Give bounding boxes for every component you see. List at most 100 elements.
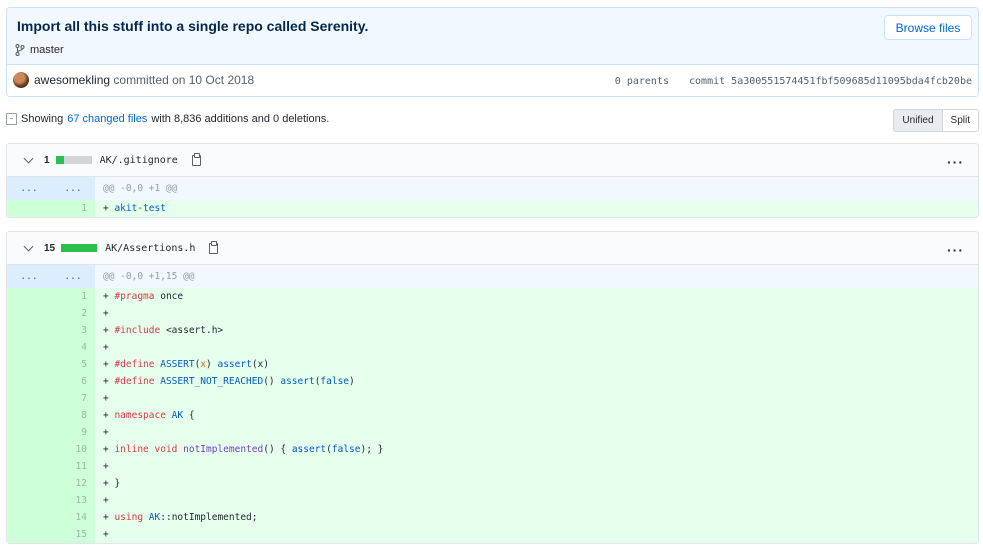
file-name[interactable]: AK/.gitignore (100, 155, 178, 166)
file-header: 15 AK/Assertions.h ··· (7, 232, 978, 265)
more-options-icon[interactable]: ··· (947, 242, 964, 258)
branch-name: master (30, 44, 64, 56)
new-line-number[interactable]: 13 (51, 492, 95, 509)
diff-toolbar: Showing 67 changed files with 8,836 addi… (6, 108, 979, 133)
git-branch-icon (15, 44, 25, 56)
diff-line: 5 + #define ASSERT(x) assert(x) (7, 356, 978, 373)
old-line-number (7, 322, 51, 339)
new-line-number[interactable]: 12 (51, 475, 95, 492)
old-line-number (7, 200, 51, 217)
diff-line: 8 + namespace AK { (7, 407, 978, 424)
old-line-number (7, 390, 51, 407)
author-link[interactable]: awesomekling (34, 73, 110, 87)
diff-line: 1 + #pragma once (7, 288, 978, 305)
file-change-count: 1 (44, 154, 50, 166)
summary-showing: Showing (21, 113, 64, 125)
diffstat-bar (61, 244, 98, 252)
line-code: + #define ASSERT_NOT_REACHED() assert(fa… (103, 376, 355, 387)
line-code: + #include <assert.h> (103, 325, 224, 336)
diff-line: 15 + (7, 526, 978, 543)
copy-path-icon[interactable] (191, 152, 201, 166)
old-line-number (7, 441, 51, 458)
file-diff: 1 AK/.gitignore ··· ... ... @@ -0,0 +1 @… (6, 143, 979, 218)
old-line-number (7, 305, 51, 322)
new-line-number[interactable]: 6 (51, 373, 95, 390)
unified-view-button[interactable]: Unified (893, 109, 942, 132)
diff-line: 6 + #define ASSERT_NOT_REACHED() assert(f… (7, 373, 978, 390)
file-header: 1 AK/.gitignore ··· (7, 144, 978, 177)
chevron-down-icon[interactable] (23, 153, 34, 163)
hunk-header: ... ... @@ -0,0 +1 @@ (7, 177, 978, 200)
changed-files-link[interactable]: 67 changed files (67, 113, 147, 125)
commit-header: Import all this stuff into a single repo… (6, 7, 979, 97)
old-line-number (7, 509, 51, 526)
old-line-number (7, 373, 51, 390)
diff-summary: Showing 67 changed files with 8,836 addi… (6, 113, 329, 125)
file-change-count: 15 (44, 242, 56, 254)
file-diff: 15 AK/Assertions.h ··· ... ... @@ -0,0 +… (6, 231, 979, 544)
diffstat-bar (55, 156, 92, 164)
diff-line: 12 + } (7, 475, 978, 492)
new-line-number[interactable]: 4 (51, 339, 95, 356)
line-code: + (103, 495, 109, 506)
branch-indicator[interactable]: master (15, 44, 64, 56)
diff-line: 1 + akit-test (7, 200, 978, 217)
line-code: + namespace AK { (103, 410, 195, 421)
line-code: + (103, 427, 109, 438)
diff-line: 2 + (7, 305, 978, 322)
line-code: + (103, 342, 109, 353)
line-code: + (103, 529, 109, 540)
diff-view-toggle: Unified Split (893, 109, 979, 132)
line-code: + (103, 308, 109, 319)
hunk-text: @@ -0,0 +1 @@ (103, 183, 178, 194)
expand-old-line[interactable]: ... (7, 177, 51, 200)
diff-line: 3 + #include <assert.h> (7, 322, 978, 339)
expand-new-line[interactable]: ... (51, 177, 95, 200)
diff-line: 13 + (7, 492, 978, 509)
chevron-down-icon[interactable] (23, 241, 34, 251)
commit-title-bar: Import all this stuff into a single repo… (7, 8, 978, 65)
new-line-number[interactable]: 2 (51, 305, 95, 322)
hunk-text: @@ -0,0 +1,15 @@ (103, 271, 195, 282)
split-view-button[interactable]: Split (941, 109, 979, 132)
more-options-icon[interactable]: ··· (947, 154, 964, 170)
expand-old-line[interactable]: ... (7, 265, 51, 288)
new-line-number[interactable]: 1 (51, 288, 95, 305)
diff-line: 11 + (7, 458, 978, 475)
line-code: + (103, 461, 109, 472)
diff-line: 9 + (7, 424, 978, 441)
parents-count: 0 parents (614, 76, 669, 87)
new-line-number[interactable]: 9 (51, 424, 95, 441)
line-code: + #define ASSERT(x) assert(x) (103, 359, 269, 370)
new-line-number[interactable]: 11 (51, 458, 95, 475)
new-line-number[interactable]: 15 (51, 526, 95, 543)
commit-sha-info: 0 parents commit 5a300551574451fbf509685… (601, 76, 972, 87)
expand-new-line[interactable]: ... (51, 265, 95, 288)
new-line-number[interactable]: 10 (51, 441, 95, 458)
diff-lines: 1 + #pragma once 2 +3 + #include <assert.h> 4… (7, 288, 978, 543)
old-line-number (7, 424, 51, 441)
new-line-number[interactable]: 3 (51, 322, 95, 339)
old-line-number (7, 475, 51, 492)
file-diff-icon (6, 113, 17, 125)
diff-line: 14 + using AK::notImplemented; (7, 509, 978, 526)
browse-files-button[interactable]: Browse files (884, 15, 972, 40)
commit-label: commit 5a300551574451fbf509685d11095bda4… (689, 76, 972, 87)
copy-path-icon[interactable] (209, 240, 219, 254)
file-name[interactable]: AK/Assertions.h (105, 243, 195, 254)
old-line-number (7, 458, 51, 475)
new-line-number[interactable]: 5 (51, 356, 95, 373)
new-line-number[interactable]: 14 (51, 509, 95, 526)
new-line-number[interactable]: 7 (51, 390, 95, 407)
diff-line: 7 + (7, 390, 978, 407)
new-line-number[interactable]: 1 (51, 200, 95, 217)
avatar[interactable] (13, 72, 29, 88)
commit-sha[interactable]: 5a300551574451fbf509685d11095bda4fcb20be (731, 76, 972, 87)
line-code: + using AK::notImplemented; (103, 512, 258, 523)
commit-title: Import all this stuff into a single repo… (17, 18, 369, 34)
diff-line: 10 + inline void notImplemented() { asser… (7, 441, 978, 458)
summary-stats: with 8,836 additions and 0 deletions. (151, 113, 330, 125)
old-line-number (7, 288, 51, 305)
new-line-number[interactable]: 8 (51, 407, 95, 424)
old-line-number (7, 526, 51, 543)
